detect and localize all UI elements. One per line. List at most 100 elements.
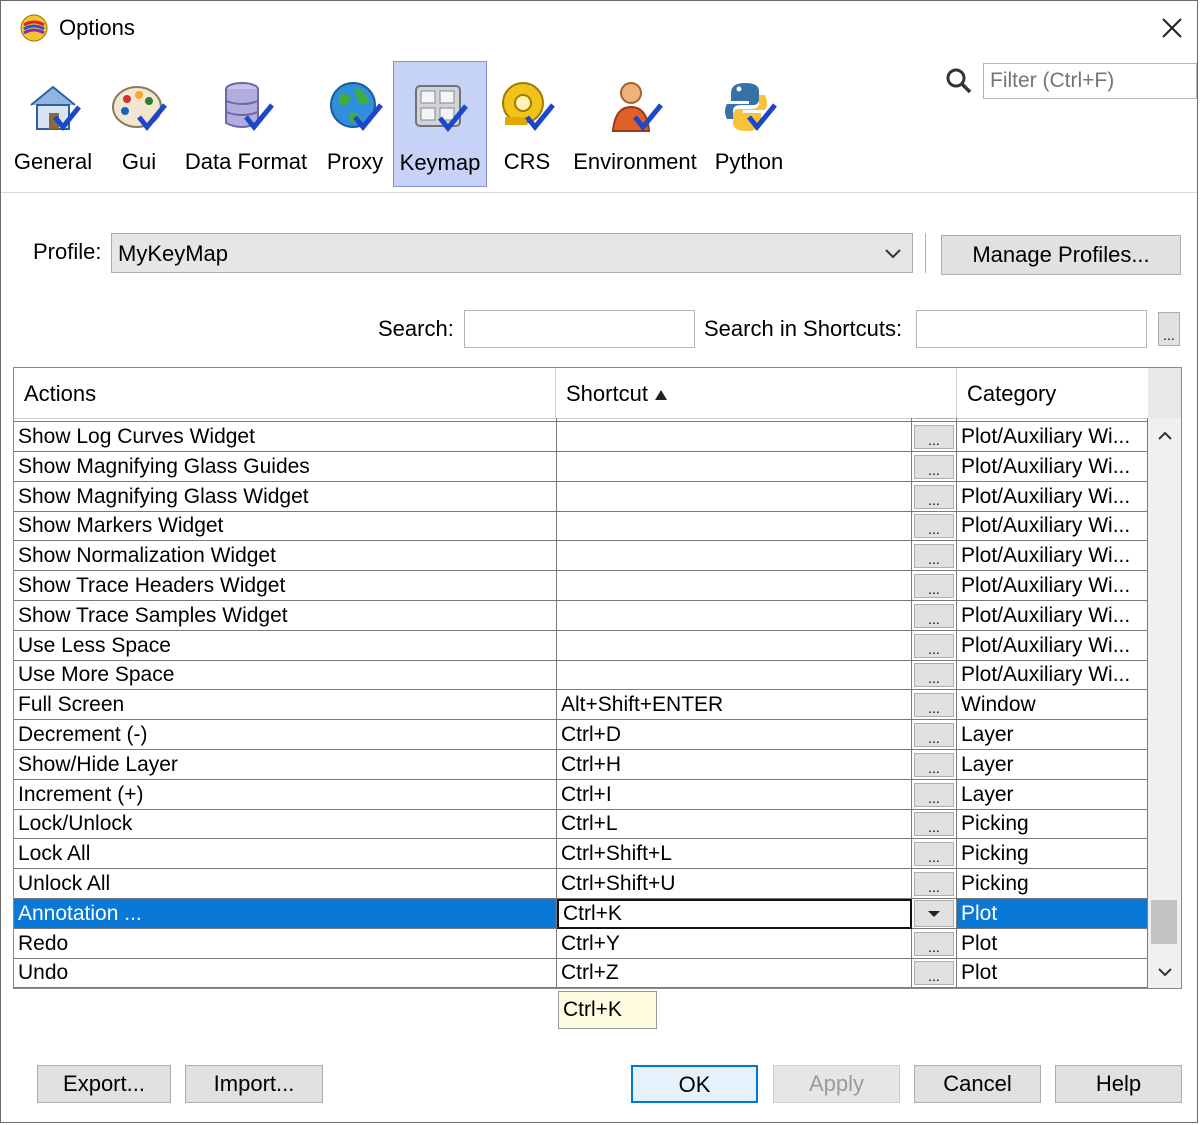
action-cell: Show Trace Headers Widget [14,571,557,601]
vertical-scrollbar[interactable] [1148,418,1181,988]
table-row[interactable]: Full Screen Alt+Shift+ENTER... Window [14,690,1148,721]
cancel-button[interactable]: Cancel [914,1065,1041,1103]
shortcut-edit-cell [912,898,957,929]
shortcut-cell[interactable]: Ctrl+Z [557,958,912,988]
shortcut-edit-button[interactable]: ... [914,484,954,509]
shortcut-edit-button[interactable]: ... [914,693,954,718]
filter-input[interactable] [983,63,1197,99]
shortcut-cell[interactable]: Ctrl+Y [557,928,912,959]
tab-data-format[interactable]: Data Format [179,61,313,187]
table-row[interactable]: Use More Space... Plot/Auxiliary Wi... [14,660,1148,691]
shortcut-cell[interactable]: Ctrl+Shift+L [557,839,912,870]
shortcut-cell[interactable]: Alt+Shift+ENTER [557,690,912,721]
shortcut-edit-button[interactable]: ... [914,931,954,956]
apply-button[interactable]: Apply [773,1065,900,1103]
shortcut-cell[interactable] [557,511,912,542]
ok-button[interactable]: OK [631,1065,758,1103]
search-in-shortcuts-input[interactable] [916,310,1147,348]
person-checkmark-icon [611,82,663,132]
column-header-actions[interactable]: Actions [14,368,556,418]
shortcut-cell[interactable]: Ctrl+K [557,898,912,929]
shortcut-edit-button[interactable]: ... [914,782,954,807]
scrollbar-corner [1148,368,1181,418]
table-row-selected[interactable]: Annotation ... Ctrl+K Plot [14,898,1148,929]
shortcut-cell[interactable] [557,541,912,572]
category-cell: Picking [957,869,1148,899]
table-row[interactable]: Show Markers Widget... Plot/Auxiliary Wi.… [14,511,1148,542]
shortcut-cell[interactable]: Ctrl+H [557,749,912,780]
table-row[interactable]: Show Trace Samples Widget... Plot/Auxilia… [14,600,1148,631]
table-row[interactable]: Increment (+) Ctrl+I... Layer [14,779,1148,810]
shortcut-edit-button[interactable]: ... [914,752,954,777]
shortcut-edit-button[interactable]: ... [914,418,954,419]
shortcut-edit-button[interactable]: ... [914,842,954,867]
table-row[interactable]: Unlock All Ctrl+Shift+U... Picking [14,869,1148,899]
shortcut-edit-button[interactable]: ... [914,425,954,449]
tab-environment[interactable]: Environment [567,61,703,187]
shortcut-dropdown-button[interactable] [914,899,954,927]
shortcut-edit-button[interactable]: ... [914,454,954,479]
shortcut-cell[interactable]: Ctrl+I [557,779,912,810]
shortcut-edit-button[interactable]: ... [914,872,954,896]
table-row[interactable]: Use Less Space... Plot/Auxiliary Wi... [14,630,1148,661]
shortcut-cell[interactable] [557,451,912,482]
table-row[interactable]: Lock/Unlock Ctrl+L... Picking [14,809,1148,840]
tab-python[interactable]: Python [711,61,787,187]
tab-proxy[interactable]: Proxy [321,61,389,187]
shortcut-edit-button[interactable]: ... [914,574,954,598]
profile-value: MyKeyMap [118,241,229,266]
scroll-down-icon[interactable] [1155,962,1175,982]
table-row[interactable]: Show/Hide Layer Ctrl+H... Layer [14,749,1148,780]
profile-dropdown[interactable]: MyKeyMap [111,233,913,273]
shortcut-cell[interactable] [557,600,912,631]
tab-gui[interactable]: Gui [109,61,169,187]
manage-profiles-button[interactable]: Manage Profiles... [941,235,1181,275]
dropdown-arrow-icon [928,910,940,917]
action-cell: Lock All [14,839,557,870]
scroll-thumb[interactable] [1151,900,1177,944]
search-icon [946,68,972,94]
shortcut-cell[interactable] [557,481,912,512]
shortcut-edit-cell: ... [912,809,957,840]
shortcut-cell[interactable] [557,422,912,452]
close-icon[interactable] [1155,11,1189,45]
shortcut-edit-button[interactable]: ... [914,961,954,986]
table-row[interactable]: Decrement (-) Ctrl+D... Layer [14,720,1148,750]
shortcut-cell[interactable]: Ctrl+L [557,809,912,840]
shortcut-cell[interactable] [557,630,912,661]
shortcut-edit-button[interactable]: ... [914,723,954,747]
table-row[interactable]: Redo Ctrl+Y... Plot [14,928,1148,959]
column-header-shortcut[interactable]: Shortcut [556,368,957,418]
table-row[interactable]: Show Log Curves Widget... Plot/Auxiliary … [14,422,1148,452]
tab-general[interactable]: General [7,61,99,187]
shortcut-cell[interactable]: Ctrl+D [557,720,912,750]
table-row[interactable]: Show Magnifying Glass Widget... Plot/Auxi… [14,481,1148,512]
export-button[interactable]: Export... [37,1065,171,1103]
shortcut-cell[interactable]: Ctrl+Shift+U [557,869,912,899]
table-row[interactable]: Show Normalization Widget... Plot/Auxilia… [14,541,1148,572]
category-cell: Plot [957,928,1148,959]
shortcut-cell[interactable] [557,571,912,601]
column-header-category[interactable]: Category [957,368,1148,418]
tab-proxy-label: Proxy [326,149,384,174]
shortcut-edit-button[interactable]: ... [914,544,954,569]
shortcut-cell[interactable] [557,660,912,691]
help-button[interactable]: Help [1055,1065,1182,1103]
scroll-up-icon[interactable] [1155,426,1175,446]
tab-keymap[interactable]: Keymap [393,61,487,187]
action-cell: Show/Hide Layer [14,749,557,780]
shortcut-edit-button[interactable]: ... [914,514,954,539]
shortcut-edit-button[interactable]: ... [914,812,954,837]
table-row[interactable]: Undo Ctrl+Z... Plot [14,958,1148,988]
table-row[interactable]: Show Trace Headers Widget... Plot/Auxilia… [14,571,1148,601]
table-row[interactable]: Lock All Ctrl+Shift+L... Picking [14,839,1148,870]
shortcut-edit-button[interactable]: ... [914,603,954,628]
table-row[interactable]: Show Magnifying Glass Guides... Plot/Auxi… [14,451,1148,482]
title-bar: Options [1,1,1197,57]
import-button[interactable]: Import... [185,1065,323,1103]
shortcut-record-button[interactable]: ... [1158,312,1180,346]
shortcut-edit-button[interactable]: ... [914,633,954,658]
shortcut-edit-button[interactable]: ... [914,663,954,688]
search-input[interactable] [464,310,695,348]
tab-crs[interactable]: CRS [499,61,555,187]
